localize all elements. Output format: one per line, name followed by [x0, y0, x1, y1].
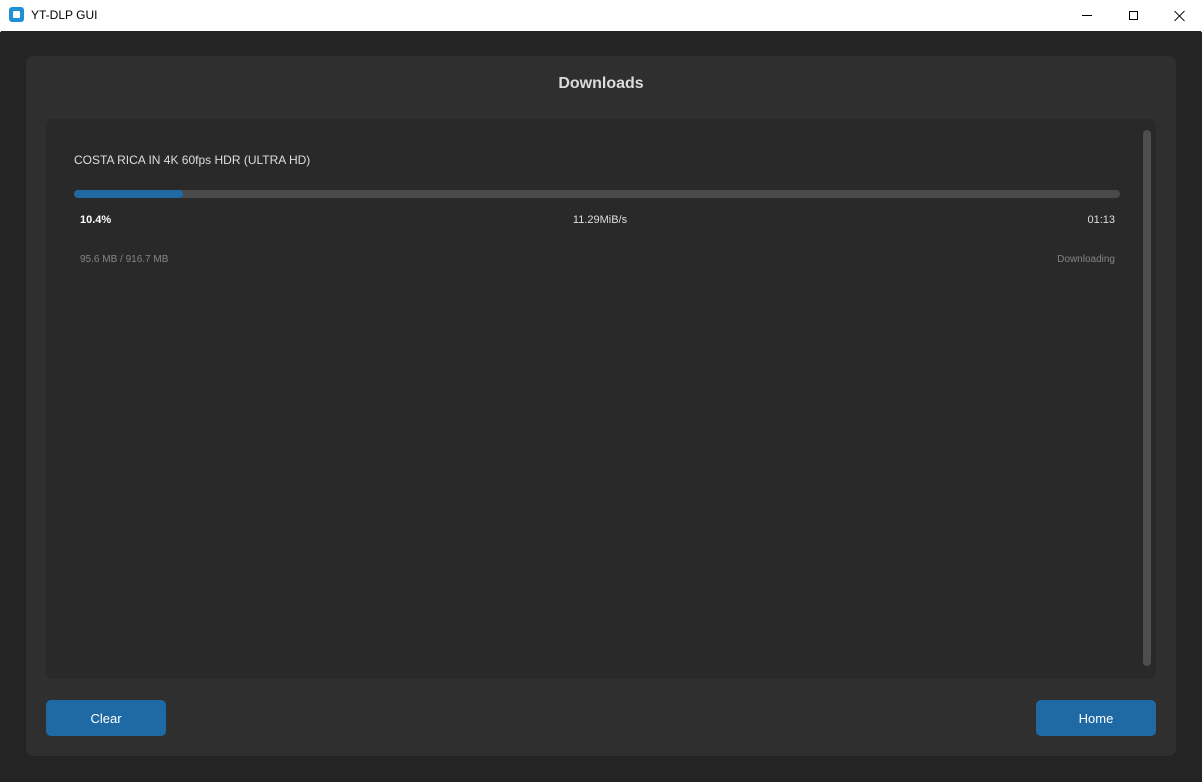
downloads-list [46, 119, 1156, 679]
download-title: COSTA RICA IN 4K 60fps HDR (ULTRA HD) [74, 153, 311, 167]
scrollbar-thumb[interactable] [1143, 130, 1151, 666]
download-percent: 10.4% [80, 214, 112, 226]
title-bar: YT-DLP GUI [0, 0, 1202, 32]
maximize-icon [1128, 11, 1138, 20]
download-status: Downloading [1057, 254, 1115, 265]
download-eta: 01:13 [1087, 214, 1115, 226]
clear-button[interactable]: Clear [46, 700, 166, 736]
home-button[interactable]: Home [1036, 700, 1156, 736]
download-speed: 11.29MiB/s [572, 214, 628, 226]
scrollbar[interactable] [1143, 130, 1152, 668]
download-progress-fill [74, 190, 183, 198]
close-button[interactable] [1156, 0, 1202, 31]
download-size: 95.6 MB / 916.7 MB [80, 254, 169, 265]
close-icon [1173, 10, 1185, 22]
page-title: Downloads [558, 75, 644, 92]
maximize-button[interactable] [1110, 0, 1156, 31]
download-progress-bar [74, 190, 1120, 198]
minimize-icon [1082, 15, 1092, 16]
app-icon [9, 7, 24, 22]
minimize-button[interactable] [1064, 0, 1110, 31]
window-title: YT-DLP GUI [31, 8, 98, 22]
